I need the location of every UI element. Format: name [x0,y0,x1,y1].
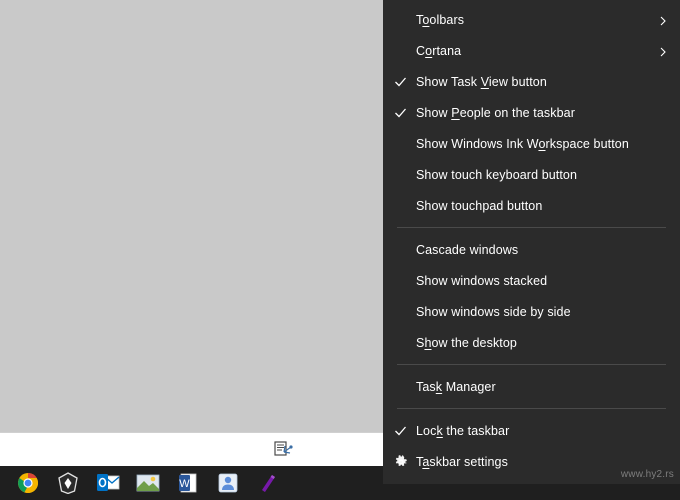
photos-icon [136,474,160,492]
word-icon: W [179,473,197,493]
check-icon [394,75,407,88]
menu-item-show-windows-ink-workspace-button[interactable]: Show Windows Ink Workspace button [383,128,680,159]
chevron-right-icon [658,15,668,25]
scan-document-icon[interactable] [272,438,294,460]
menu-separator [397,227,666,228]
taskbar-item-onenote[interactable] [248,466,288,500]
menu-item-label: Cortana [416,43,462,58]
menu-item-show-task-view-button[interactable]: Show Task View button [383,66,680,97]
menu-item-toolbars[interactable]: Toolbars [383,4,680,35]
menu-item-cortana[interactable]: Cortana [383,35,680,66]
outlook-icon [97,474,120,491]
menu-item-label: Show People on the taskbar [416,105,575,120]
taskbar-item-brave[interactable] [48,466,88,500]
menu-item-show-windows-stacked[interactable]: Show windows stacked [383,265,680,296]
menu-item-show-touch-keyboard-button[interactable]: Show touch keyboard button [383,159,680,190]
gear-icon [394,454,408,469]
menu-item-label: Show windows side by side [416,304,571,319]
menu-item-label: Show touchpad button [416,198,543,213]
menu-item-label: Show windows stacked [416,273,548,288]
menu-item-lock-the-taskbar[interactable]: Lock the taskbar [383,415,680,446]
menu-item-label: Toolbars [416,12,465,27]
taskbar-item-word[interactable]: W [168,466,208,500]
menu-item-show-touchpad-button[interactable]: Show touchpad button [383,190,680,221]
menu-item-label: Show the desktop [416,335,517,350]
taskbar-item-photos[interactable] [128,466,168,500]
check-icon [394,424,407,437]
menu-item-label: Show Task View button [416,74,547,89]
menu-separator [397,364,666,365]
chevron-right-icon [658,46,668,56]
menu-item-label: Show Windows Ink Workspace button [416,136,629,151]
svg-text:W: W [179,478,190,490]
menu-item-task-manager[interactable]: Task Manager [383,371,680,402]
check-icon [394,106,407,119]
menu-item-label: Taskbar settings [416,454,508,469]
menu-item-show-the-desktop[interactable]: Show the desktop [383,327,680,358]
taskbar-item-chrome[interactable] [8,466,48,500]
chrome-icon [18,472,39,493]
menu-item-show-windows-side-by-side[interactable]: Show windows side by side [383,296,680,327]
menu-item-show-people-on-the-taskbar[interactable]: Show People on the taskbar [383,97,680,128]
taskbar-item-teams[interactable] [208,466,248,500]
taskbar-context-menu[interactable]: Toolbars Cortana Show Task View button S… [383,0,680,484]
menu-item-label: Show touch keyboard button [416,167,578,182]
menu-item-label: Task Manager [416,379,496,394]
screen: W Toolbars Cortana Show Task View button… [0,0,680,500]
teams-icon [218,473,238,493]
brave-icon [58,472,78,494]
watermark: www.hy2.rs [620,469,674,480]
menu-item-label: Cascade windows [416,242,519,257]
menu-item-cascade-windows[interactable]: Cascade windows [383,234,680,265]
onenote-icon [262,475,275,492]
menu-item-label: Lock the taskbar [416,423,510,438]
desktop-white-strip [0,432,383,467]
taskbar-item-outlook[interactable] [88,466,128,500]
menu-separator [397,408,666,409]
